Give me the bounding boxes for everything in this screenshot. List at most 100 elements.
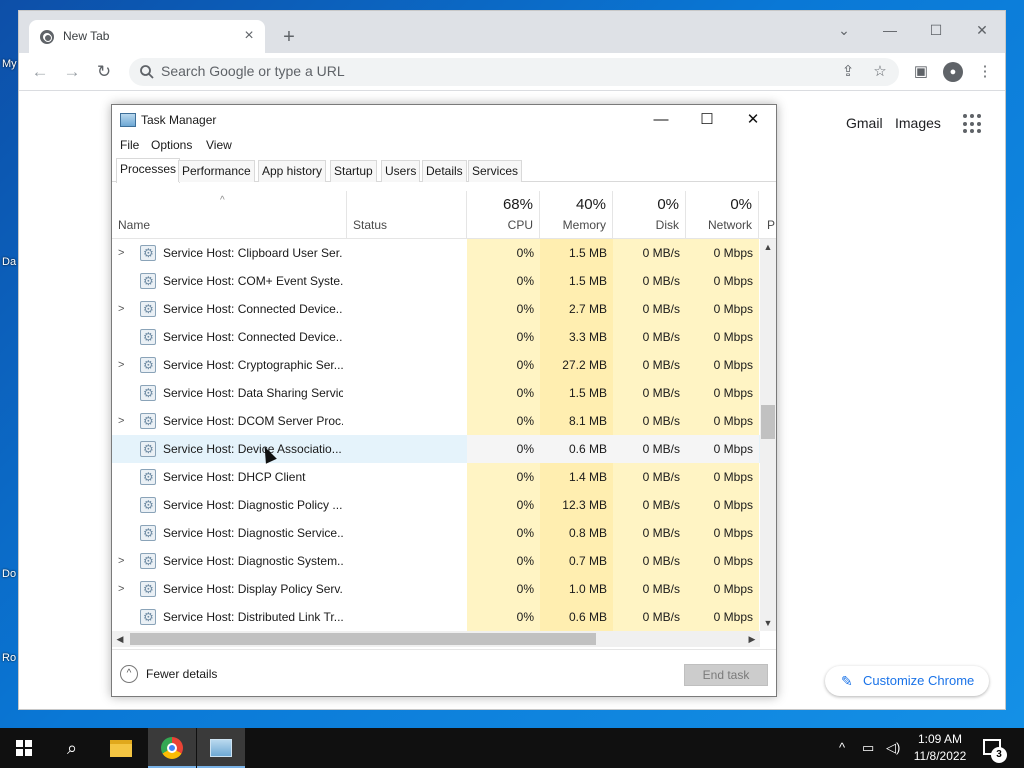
tab-services[interactable]: Services	[468, 160, 523, 182]
desktop-icon-label[interactable]: Do	[2, 568, 16, 580]
process-status	[348, 239, 466, 267]
table-row[interactable]: Service Host: Data Sharing Service 0%1.5 …	[112, 379, 760, 407]
column-status[interactable]: Status	[347, 191, 467, 239]
desktop-icon-label[interactable]: My	[2, 58, 17, 70]
scroll-down-icon[interactable]: ▼	[760, 615, 776, 631]
images-link[interactable]: Images	[895, 115, 941, 131]
gear-icon	[140, 413, 156, 429]
maximize-button[interactable]: ☐	[921, 17, 951, 43]
expand-chevron-icon[interactable]: >	[118, 295, 130, 323]
expand-chevron-icon[interactable]: >	[118, 239, 130, 267]
column-disk[interactable]: 0% Disk	[613, 191, 686, 239]
close-tab-icon[interactable]: ×	[239, 26, 259, 46]
column-power[interactable]: P	[759, 191, 776, 239]
process-memory: 8.1 MB	[540, 407, 613, 435]
table-row[interactable]: > Service Host: Display Policy Serv... 0%1…	[112, 575, 760, 603]
clock-date[interactable]: 11/8/2022	[908, 749, 972, 763]
tab-users[interactable]: Users	[381, 160, 421, 182]
process-memory: 0.8 MB	[540, 519, 613, 547]
end-task-button[interactable]: End task	[684, 664, 768, 686]
network-icon[interactable]: ▭	[862, 740, 874, 756]
volume-icon[interactable]: ◁)	[886, 740, 900, 756]
process-disk: 0 MB/s	[613, 575, 686, 603]
process-cpu: 0%	[467, 575, 540, 603]
column-name[interactable]: ^ Name	[112, 191, 347, 239]
menu-view[interactable]: View	[206, 138, 232, 152]
expand-chevron-icon[interactable]: >	[118, 575, 130, 603]
table-row[interactable]: > Service Host: Cryptographic Ser... 0%27.…	[112, 351, 760, 379]
expand-chevron-icon[interactable]: >	[118, 547, 130, 575]
table-row[interactable]: Service Host: Diagnostic Service... 0%0.8…	[112, 519, 760, 547]
table-row[interactable]: > Service Host: Connected Device... 0%2.7 …	[112, 295, 760, 323]
close-button[interactable]: ✕	[738, 109, 768, 131]
browser-toolbar: ← → ↻ Search Google or type a URL ⇪ ☆ ▣ …	[19, 53, 1005, 91]
table-row[interactable]: Service Host: Distributed Link Tr... 0%0.…	[112, 603, 760, 631]
forward-icon[interactable]: →	[61, 61, 83, 83]
expand-chevron-icon[interactable]: >	[118, 407, 130, 435]
taskbar-search-button[interactable]: ⌕	[48, 728, 96, 768]
column-memory[interactable]: 40% Memory	[540, 191, 613, 239]
taskbar-file-explorer[interactable]	[98, 728, 146, 768]
disk-total: 0%	[657, 196, 679, 213]
tab-details[interactable]: Details	[422, 160, 467, 182]
chevron-up-icon[interactable]: ^	[120, 665, 138, 683]
process-status	[348, 547, 466, 575]
table-row[interactable]: Service Host: Connected Device... 0%3.3 M…	[112, 323, 760, 351]
tab-startup[interactable]: Startup	[330, 160, 377, 182]
scroll-thumb[interactable]	[761, 405, 775, 439]
desktop-icon-label[interactable]: Ro	[2, 652, 16, 664]
start-button[interactable]	[0, 728, 48, 768]
table-row[interactable]: Service Host: Diagnostic Policy ... 0%12.…	[112, 491, 760, 519]
pencil-icon: ✎	[841, 673, 853, 689]
bookmark-star-icon[interactable]: ☆	[871, 63, 889, 81]
taskbar-task-manager[interactable]	[197, 728, 245, 768]
maximize-button[interactable]: ☐	[692, 109, 722, 131]
horizontal-scrollbar[interactable]: ◀ ▶	[112, 631, 760, 647]
scroll-thumb[interactable]	[130, 633, 596, 645]
more-menu-icon[interactable]: ⋮	[975, 62, 995, 82]
table-row[interactable]: Service Host: Device Associatio... 0%0.6 …	[112, 435, 760, 463]
tab-search-icon[interactable]: ⌄	[829, 17, 859, 43]
customize-chrome-button[interactable]: ✎ Customize Chrome	[825, 666, 989, 696]
column-network[interactable]: 0% Network	[686, 191, 759, 239]
minimize-button[interactable]: —	[646, 109, 676, 131]
close-window-button[interactable]: ✕	[967, 17, 997, 43]
process-name: Service Host: Cryptographic Ser...	[163, 358, 343, 372]
clock-time[interactable]: 1:09 AM	[908, 732, 972, 746]
process-name: Service Host: Data Sharing Service	[163, 386, 343, 400]
process-status	[348, 379, 466, 407]
expand-chevron-icon[interactable]: >	[118, 351, 130, 379]
table-row[interactable]: > Service Host: Diagnostic System... 0%0.7…	[112, 547, 760, 575]
vertical-scrollbar[interactable]: ▲ ▼	[760, 239, 776, 631]
share-icon[interactable]: ⇪	[839, 63, 857, 81]
minimize-button[interactable]: —	[875, 17, 905, 43]
table-row[interactable]: > Service Host: DCOM Server Proc... 0%8.1 …	[112, 407, 760, 435]
table-row[interactable]: Service Host: COM+ Event Syste... 0%1.5 M…	[112, 267, 760, 295]
title-bar[interactable]: Task Manager — ☐ ✕	[112, 105, 776, 135]
column-cpu[interactable]: 68% CPU	[467, 191, 540, 239]
menu-options[interactable]: Options	[151, 138, 192, 152]
tab-app-history[interactable]: App history	[258, 160, 327, 182]
google-apps-icon[interactable]	[963, 114, 983, 134]
side-panel-icon[interactable]: ▣	[911, 62, 931, 82]
menu-file[interactable]: File	[120, 138, 139, 152]
reload-icon[interactable]: ↻	[93, 61, 115, 83]
process-cpu: 0%	[467, 435, 540, 463]
table-row[interactable]: Service Host: DHCP Client 0%1.4 MB0 MB/s0…	[112, 463, 760, 491]
back-icon[interactable]: ←	[29, 61, 51, 83]
taskbar-chrome[interactable]	[148, 728, 196, 768]
omnibox[interactable]: Search Google or type a URL ⇪ ☆	[129, 58, 899, 86]
gmail-link[interactable]: Gmail	[846, 115, 883, 131]
tab-new-tab[interactable]: New Tab ×	[29, 20, 265, 53]
table-row[interactable]: > Service Host: Clipboard User Ser... 0%1.…	[112, 239, 760, 267]
scroll-right-icon[interactable]: ▶	[744, 631, 760, 647]
show-hidden-icons-icon[interactable]: ^	[839, 740, 845, 755]
scroll-left-icon[interactable]: ◀	[112, 631, 128, 647]
fewer-details-link[interactable]: Fewer details	[146, 667, 217, 681]
scroll-up-icon[interactable]: ▲	[760, 239, 776, 255]
tab-performance[interactable]: Performance	[178, 160, 255, 182]
tab-processes[interactable]: Processes	[116, 158, 181, 183]
desktop-icon-label[interactable]: Da	[2, 256, 16, 268]
new-tab-button[interactable]: +	[277, 25, 301, 49]
profile-avatar-icon[interactable]: ●	[943, 62, 963, 82]
